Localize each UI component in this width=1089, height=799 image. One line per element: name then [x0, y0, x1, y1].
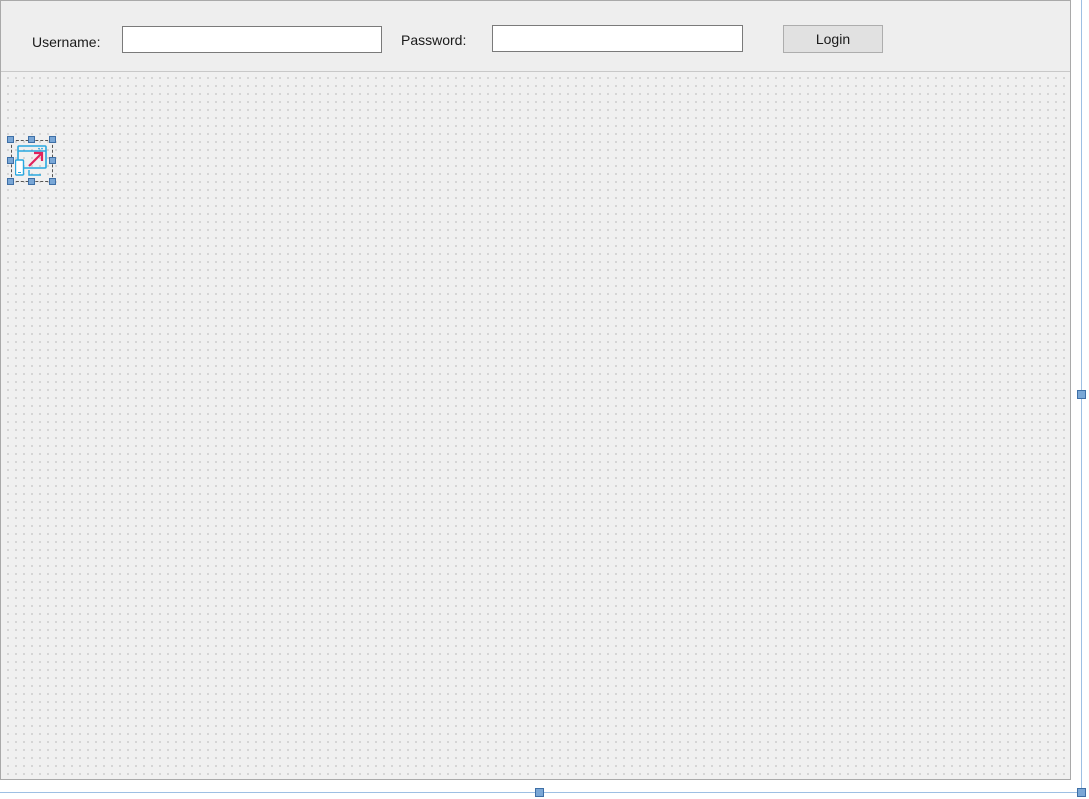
form-resize-handle-bottom[interactable] [535, 788, 544, 797]
resize-handle-bottom[interactable] [28, 178, 35, 185]
form-resize-handle-right[interactable] [1077, 390, 1086, 399]
username-input[interactable] [122, 26, 382, 53]
login-panel[interactable]: Username: Password: Login [1, 1, 1070, 72]
resize-handle-bottom-right[interactable] [49, 178, 56, 185]
resize-handle-right[interactable] [49, 157, 56, 164]
form-surface[interactable]: Username: Password: Login [0, 0, 1071, 780]
selected-web-browser-component[interactable] [7, 136, 56, 185]
resize-handle-left[interactable] [7, 157, 14, 164]
resize-handle-top-right[interactable] [49, 136, 56, 143]
form-resize-handle-corner[interactable] [1077, 788, 1086, 797]
resize-handle-top[interactable] [28, 136, 35, 143]
username-label: Username: [32, 34, 101, 50]
password-label: Password: [401, 32, 467, 48]
form-designer-canvas: Username: Password: Login [0, 0, 1089, 799]
resize-handle-top-left[interactable] [7, 136, 14, 143]
login-button[interactable]: Login [783, 25, 883, 53]
password-input[interactable] [492, 25, 743, 52]
web-browser-component-icon [15, 145, 47, 176]
resize-handle-bottom-left[interactable] [7, 178, 14, 185]
